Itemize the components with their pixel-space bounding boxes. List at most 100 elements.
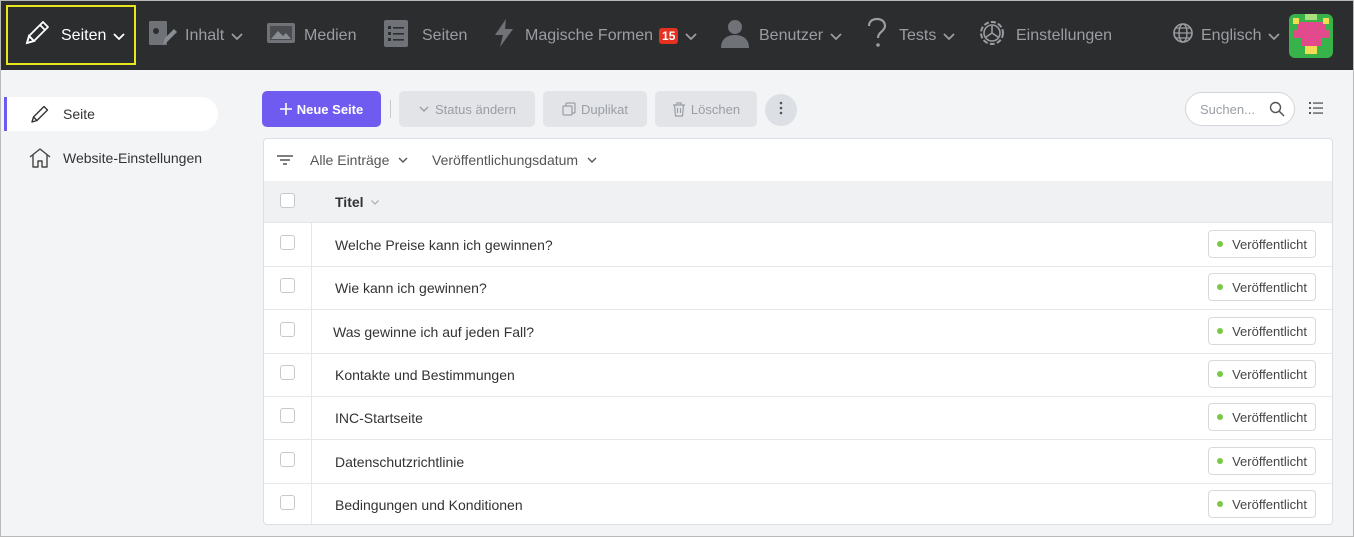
nav-item-tests[interactable]: Tests <box>863 1 956 70</box>
row-title[interactable]: Kontakte und Bestimmungen <box>335 367 515 383</box>
sidebar: Seite Website-Einstellungen <box>1 70 241 536</box>
chevron-down-icon <box>1267 31 1281 41</box>
nav-label: Tests <box>899 26 937 44</box>
row-divider <box>311 266 312 309</box>
table-row[interactable]: INC-Startseite Veröffentlicht <box>264 396 1332 440</box>
status-badge: Veröffentlicht <box>1208 360 1316 388</box>
row-title[interactable]: Bedingungen und Konditionen <box>335 497 523 513</box>
status-dot <box>1217 241 1224 247</box>
pages-table-panel: Alle Einträge Veröffentlichungsdatum Tit… <box>263 138 1333 525</box>
status-dot <box>1217 371 1224 377</box>
row-divider <box>311 353 312 396</box>
search-icon[interactable] <box>1269 101 1285 122</box>
gear-icon <box>976 17 1008 54</box>
sidebar-item-label: Seite <box>63 106 95 122</box>
row-title[interactable]: INC-Startseite <box>335 410 423 426</box>
status-dot <box>1217 501 1224 507</box>
main-content: Neue Seite Status ändern Duplikat Lösche… <box>242 70 1353 536</box>
row-checkbox[interactable] <box>280 495 295 510</box>
new-page-label: Neue Seite <box>296 101 364 117</box>
nav-item-magische-formen[interactable]: Magische Formen 15 <box>491 1 698 70</box>
table-header: Titel <box>264 181 1332 223</box>
table-row[interactable]: Datenschutzrichtlinie Veröffentlicht <box>264 440 1332 484</box>
status-badge: Veröffentlicht <box>1208 403 1316 431</box>
more-options-button[interactable] <box>765 94 797 126</box>
pages-icon <box>382 17 414 54</box>
status-label: Veröffentlicht <box>1232 409 1307 425</box>
row-checkbox[interactable] <box>280 408 295 423</box>
change-status-button[interactable]: Status ändern <box>399 91 535 127</box>
nav-label: Medien <box>304 26 357 44</box>
publish-date-filter[interactable]: Veröffentlichungsdatum <box>432 152 598 168</box>
nav-item-inhalt[interactable]: Inhalt <box>145 1 244 70</box>
chevron-down-icon <box>230 31 244 41</box>
row-title[interactable]: Datenschutzrichtlinie <box>335 454 464 470</box>
question-icon <box>863 17 891 54</box>
table-row[interactable]: Wie kann ich gewinnen? Veröffentlicht <box>264 266 1332 310</box>
user-icon <box>719 17 751 54</box>
duplicate-label: Duplikat <box>581 101 628 117</box>
status-badge: Veröffentlicht <box>1208 273 1316 301</box>
chevron-down-icon <box>112 31 126 41</box>
delete-label: Löschen <box>690 101 741 117</box>
status-label: Veröffentlicht <box>1232 453 1307 469</box>
row-divider <box>311 310 312 353</box>
lightning-icon <box>491 17 517 54</box>
nav-label: Magische Formen <box>525 26 654 44</box>
nav-item-einstellungen[interactable]: Einstellungen <box>976 1 1112 70</box>
row-checkbox[interactable] <box>280 365 295 380</box>
status-label: Veröffentlicht <box>1232 236 1307 252</box>
table-row[interactable]: Was gewinne ich auf jeden Fall? Veröffen… <box>264 310 1332 354</box>
status-dot <box>1217 284 1224 290</box>
row-checkbox[interactable] <box>280 235 295 250</box>
list-view-icon[interactable] <box>1309 101 1323 120</box>
status-badge: Veröffentlicht <box>1208 230 1316 258</box>
sidebar-item-seite[interactable]: Seite <box>4 97 218 131</box>
nav-item-seiten-2[interactable]: Seiten <box>382 1 467 70</box>
language-selector[interactable]: Englisch <box>1172 1 1281 70</box>
new-page-button[interactable]: Neue Seite <box>262 91 381 127</box>
table-row[interactable]: Kontakte und Bestimmungen Veröffentlicht <box>264 353 1332 397</box>
filter-label: Alle Einträge <box>310 152 390 168</box>
column-header-label: Titel <box>335 194 364 210</box>
notification-badge: 15 <box>659 27 679 44</box>
status-label: Veröffentlicht <box>1232 496 1307 512</box>
row-divider <box>311 223 312 266</box>
row-divider <box>311 483 312 524</box>
trash-icon <box>672 101 686 117</box>
chevron-down-icon <box>829 31 843 41</box>
row-divider <box>311 440 312 483</box>
chevron-down-icon <box>370 199 380 206</box>
status-badge: Veröffentlicht <box>1208 317 1316 345</box>
status-label: Veröffentlicht <box>1232 279 1307 295</box>
row-title[interactable]: Wie kann ich gewinnen? <box>335 280 487 296</box>
chevron-down-icon <box>586 156 598 164</box>
sidebar-item-website-einstellungen[interactable]: Website-Einstellungen <box>4 141 202 175</box>
row-title[interactable]: Welche Preise kann ich gewinnen? <box>335 237 553 253</box>
nav-item-medien[interactable]: Medien <box>266 1 356 70</box>
toolbar-divider <box>390 100 391 118</box>
filter-icon[interactable] <box>276 153 294 172</box>
nav-item-benutzer[interactable]: Benutzer <box>719 1 843 70</box>
row-checkbox[interactable] <box>280 452 295 467</box>
table-row[interactable]: Bedingungen und Konditionen Veröffentlic… <box>264 483 1332 524</box>
avatar[interactable] <box>1289 14 1333 58</box>
delete-button[interactable]: Löschen <box>655 91 757 127</box>
home-icon <box>27 145 53 171</box>
copy-icon <box>562 102 576 116</box>
select-all-checkbox[interactable] <box>280 193 295 208</box>
table-row[interactable]: Welche Preise kann ich gewinnen? Veröffe… <box>264 223 1332 267</box>
status-dot <box>1217 328 1224 334</box>
all-entries-filter[interactable]: Alle Einträge <box>310 152 409 168</box>
chevron-down-icon <box>942 31 956 41</box>
chevron-down-icon <box>397 156 409 164</box>
filter-bar: Alle Einträge Veröffentlichungsdatum <box>264 139 1332 182</box>
media-icon <box>266 19 296 52</box>
row-title[interactable]: Was gewinne ich auf jeden Fall? <box>333 324 534 340</box>
nav-item-seiten[interactable]: Seiten <box>21 1 126 70</box>
row-checkbox[interactable] <box>280 278 295 293</box>
duplicate-button[interactable]: Duplikat <box>543 91 647 127</box>
title-column-header[interactable]: Titel <box>335 194 380 210</box>
row-checkbox[interactable] <box>280 322 295 337</box>
search-input[interactable] <box>1198 100 1272 118</box>
